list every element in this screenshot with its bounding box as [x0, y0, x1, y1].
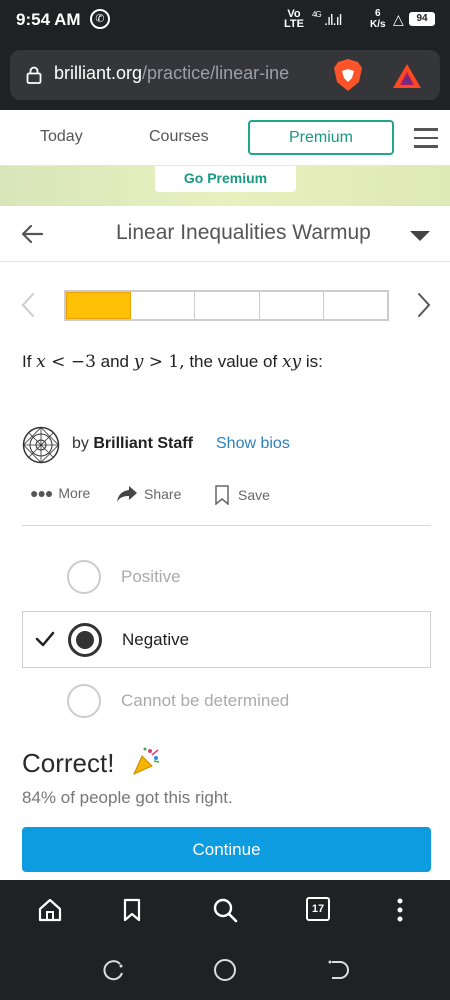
checkmark-icon — [35, 631, 55, 647]
premium-banner: Go Premium — [0, 166, 450, 206]
brave-rewards-icon[interactable] — [392, 63, 422, 89]
back-arrow-icon[interactable] — [20, 223, 44, 245]
save-button[interactable]: Save — [214, 485, 270, 505]
progress-bar — [64, 290, 389, 321]
progress-segment[interactable] — [324, 292, 387, 319]
radio-button[interactable] — [67, 684, 101, 718]
go-premium-button[interactable]: Go Premium — [155, 166, 296, 192]
share-button[interactable]: Share — [116, 485, 181, 503]
more-vertical-icon[interactable] — [386, 896, 414, 924]
progress-segment[interactable] — [131, 292, 196, 319]
signal-icon: 4G .ıl.ıl — [312, 10, 342, 29]
bookmark-icon[interactable] — [118, 896, 146, 924]
whatsapp-icon: ✆ — [90, 9, 110, 29]
brave-shields-icon[interactable] — [332, 58, 364, 92]
chevron-down-icon[interactable] — [410, 231, 430, 241]
url-text: brilliant.org/practice/linear-ine — [54, 63, 290, 83]
previous-arrow-icon[interactable] — [20, 292, 36, 318]
home-icon[interactable] — [36, 896, 64, 924]
system-nav-bar — [0, 940, 450, 1000]
nav-today[interactable]: Today — [40, 128, 83, 146]
status-time: 9:54 AM — [16, 10, 81, 29]
lock-icon — [26, 66, 42, 84]
progress-segment[interactable] — [66, 292, 132, 319]
radio-button[interactable] — [68, 623, 102, 657]
show-bios-link[interactable]: Show bios — [216, 435, 290, 453]
lesson-title[interactable]: Linear Inequalities Warmup — [116, 221, 371, 245]
battery-icon: 94 — [409, 12, 435, 26]
home-circle-icon[interactable] — [211, 956, 239, 984]
search-icon[interactable] — [211, 896, 239, 924]
question-text: If x < −3 and y > 1, the value of xy is: — [22, 352, 323, 372]
share-icon — [117, 486, 137, 502]
answer-option-cannot-be-determined[interactable]: Cannot be determined — [22, 673, 431, 730]
next-arrow-icon[interactable] — [416, 292, 432, 318]
bookmark-icon — [215, 485, 229, 505]
result-title: Correct! — [22, 748, 115, 778]
alarm-icon: △ — [393, 11, 404, 27]
author-byline: by Brilliant Staff — [72, 435, 193, 452]
recent-apps-icon[interactable] — [100, 956, 128, 984]
answer-option-positive[interactable]: Positive — [22, 549, 431, 606]
progress-segment[interactable] — [195, 292, 260, 319]
nav-courses[interactable]: Courses — [149, 128, 209, 146]
premium-button[interactable]: Premium — [248, 120, 394, 155]
network-type: Vo LTE — [284, 8, 304, 30]
lesson-header: Linear Inequalities Warmup — [0, 206, 450, 262]
more-dots-icon: ●●● — [30, 485, 53, 501]
browser-toolbar: brilliant.org/practice/linear-ine — [0, 40, 450, 110]
progress-segment[interactable] — [260, 292, 324, 319]
author-name[interactable]: Brilliant Staff — [93, 435, 193, 452]
tabs-button[interactable]: 17 — [306, 897, 330, 921]
answer-option-negative[interactable]: Negative — [22, 611, 431, 668]
continue-button[interactable]: Continue — [22, 827, 431, 872]
network-speed: 6 K/s — [370, 8, 386, 30]
radio-button[interactable] — [67, 560, 101, 594]
menu-icon[interactable] — [414, 128, 438, 148]
back-gesture-icon[interactable] — [324, 956, 352, 984]
avatar — [22, 426, 60, 464]
status-bar: 9:54 AM ✆ Vo LTE 4G .ıl.ıl 6 K/s △ 94 — [0, 0, 450, 40]
site-nav: Today Courses Premium — [0, 110, 450, 166]
party-popper-icon — [133, 747, 160, 775]
address-bar[interactable]: brilliant.org/practice/linear-ine — [10, 50, 440, 100]
divider — [22, 525, 431, 526]
result-stat: 84% of people got this right. — [22, 788, 233, 807]
more-button[interactable]: ●●● More — [30, 485, 90, 501]
browser-bottom-bar: 17 — [0, 880, 450, 940]
